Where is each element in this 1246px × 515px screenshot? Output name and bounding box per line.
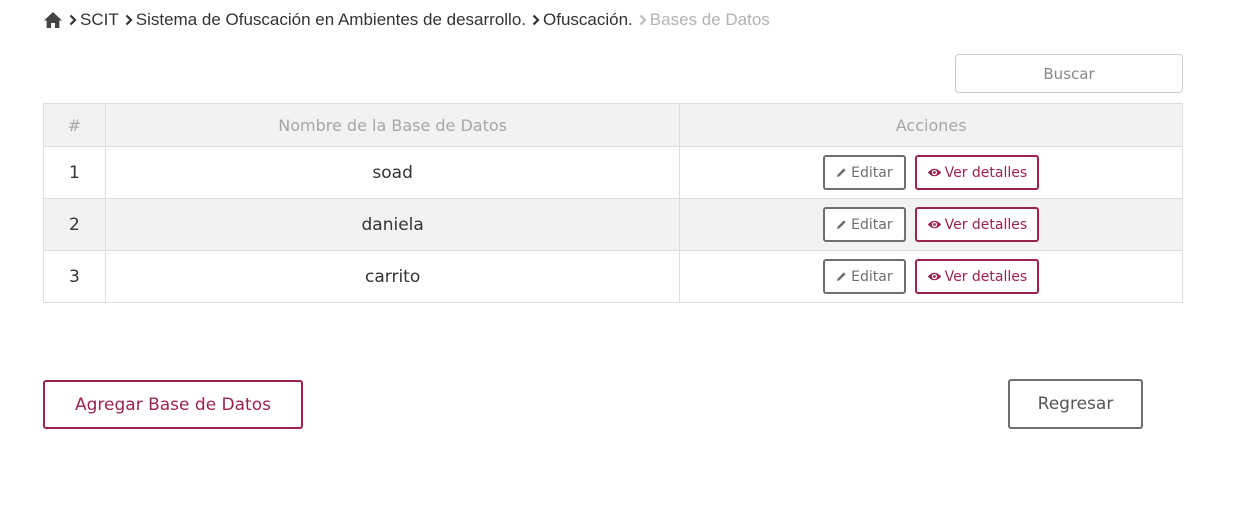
home-icon[interactable]: [43, 10, 63, 30]
row-actions: Editar Ver detalles: [679, 250, 1183, 303]
table-header-row: # Nombre de la Base de Datos Acciones: [43, 103, 1183, 147]
breadcrumb: SCIT Sistema de Ofuscación en Ambientes …: [43, 9, 770, 31]
add-database-button[interactable]: Agregar Base de Datos: [43, 380, 303, 429]
chevron-right-icon: [67, 10, 79, 30]
pencil-icon: [836, 167, 847, 178]
edit-label: Editar: [851, 216, 893, 233]
edit-label: Editar: [851, 164, 893, 181]
search-input[interactable]: [955, 54, 1183, 93]
view-details-label: Ver detalles: [944, 216, 1028, 233]
databases-table: # Nombre de la Base de Datos Acciones 1 …: [43, 103, 1183, 303]
pencil-icon: [836, 271, 847, 282]
chevron-right-icon: [123, 10, 135, 30]
edit-button[interactable]: Editar: [823, 155, 906, 190]
column-header-number: #: [43, 103, 106, 147]
table-row: 3 carrito Editar Ver detalles: [43, 250, 1183, 303]
database-name: carrito: [104, 250, 681, 303]
table-row: 1 soad Editar Ver detalles: [43, 146, 1183, 199]
breadcrumb-bases-de-datos: Bases de Datos: [649, 10, 770, 29]
table-row: 2 daniela Editar Ver detalles: [43, 198, 1183, 251]
column-header-actions: Acciones: [679, 103, 1183, 147]
column-header-name: Nombre de la Base de Datos: [104, 103, 681, 147]
row-number: 1: [43, 146, 106, 199]
view-details-button[interactable]: Ver detalles: [914, 259, 1040, 294]
eye-icon: [927, 167, 942, 178]
edit-label: Editar: [851, 268, 893, 285]
database-name: daniela: [104, 198, 681, 251]
breadcrumb-sistema[interactable]: Sistema de Ofuscación en Ambientes de de…: [136, 10, 526, 30]
breadcrumb-scit[interactable]: SCIT: [80, 10, 119, 30]
eye-icon: [927, 219, 942, 230]
row-actions: Editar Ver detalles: [679, 146, 1183, 199]
chevron-right-icon: [530, 10, 542, 30]
row-number: 2: [43, 198, 106, 251]
view-details-button[interactable]: Ver detalles: [914, 207, 1040, 242]
pencil-icon: [836, 219, 847, 230]
database-name: soad: [104, 146, 681, 199]
chevron-right-icon: [637, 10, 649, 30]
breadcrumb-ofuscacion[interactable]: Ofuscación.: [543, 10, 633, 30]
row-number: 3: [43, 250, 106, 303]
view-details-label: Ver detalles: [944, 268, 1028, 285]
eye-icon: [927, 271, 942, 282]
back-button[interactable]: Regresar: [1008, 379, 1143, 429]
edit-button[interactable]: Editar: [823, 259, 906, 294]
view-details-label: Ver detalles: [944, 164, 1028, 181]
view-details-button[interactable]: Ver detalles: [914, 155, 1040, 190]
edit-button[interactable]: Editar: [823, 207, 906, 242]
row-actions: Editar Ver detalles: [679, 198, 1183, 251]
